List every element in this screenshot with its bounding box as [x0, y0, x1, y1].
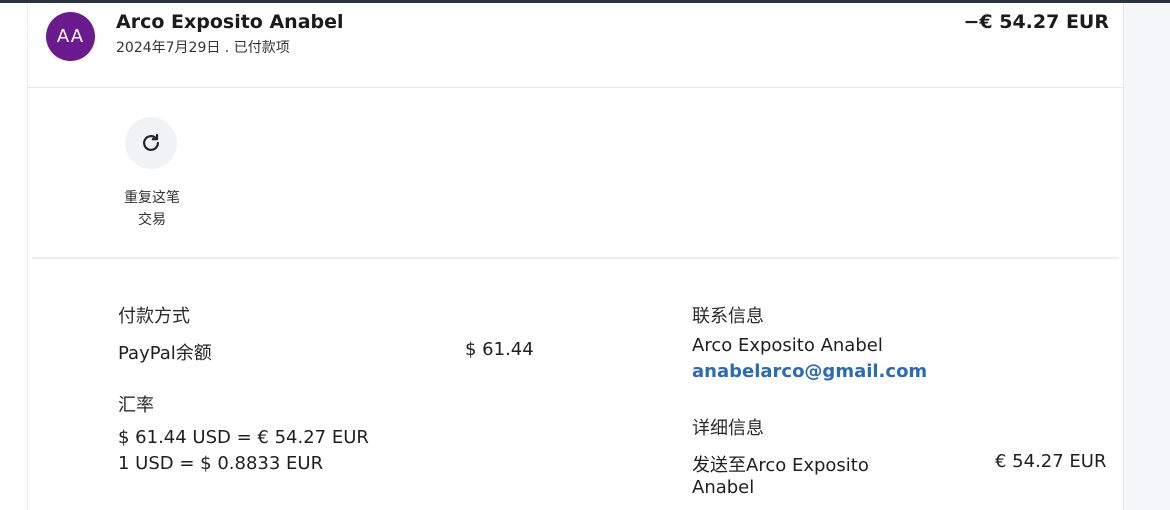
payment-method-name: PayPal余额: [118, 343, 212, 364]
contact-email-link[interactable]: anabelarco@gmail.com: [692, 361, 927, 382]
payee-name: Arco Exposito Anabel: [116, 11, 344, 33]
repeat-transaction-button[interactable]: [125, 117, 177, 169]
transaction-amount: −€ 54.27 EUR: [963, 11, 1109, 33]
repeat-label-line-1: 重复这笔: [124, 190, 180, 206]
payment-method-amount: $ 61.44: [465, 339, 534, 360]
right-gutter: [1123, 3, 1170, 510]
repeat-transaction-label[interactable]: 重复这笔 交易: [106, 187, 198, 231]
exchange-rate-conversion: $ 61.44 USD = € 54.27 EUR: [118, 427, 369, 448]
sent-amount: € 54.27 EUR: [995, 451, 1107, 472]
divider: [28, 87, 1123, 88]
refresh-icon: [140, 132, 162, 154]
details-title: 详细信息: [692, 418, 764, 439]
exchange-rate-unit: 1 USD = $ 0.8833 EUR: [118, 453, 324, 474]
avatar: AA: [46, 12, 95, 61]
repeat-label-line-2: 交易: [138, 212, 166, 228]
exchange-rate-title: 汇率: [118, 395, 154, 416]
divider: [32, 257, 1119, 259]
sent-to-line-1: 发送至Arco Exposito: [692, 455, 869, 476]
contact-info-title: 联系信息: [692, 306, 764, 327]
transaction-date-status: 2024年7月29日 . 已付款项: [116, 40, 290, 56]
avatar-initials: AA: [56, 26, 85, 47]
transaction-detail-card: AA Arco Exposito Anabel 2024年7月29日 . 已付款…: [28, 3, 1123, 510]
page: AA Arco Exposito Anabel 2024年7月29日 . 已付款…: [0, 0, 1170, 510]
payment-method-title: 付款方式: [118, 306, 190, 327]
contact-name: Arco Exposito Anabel: [692, 335, 883, 356]
sent-to-line-2: Anabel: [692, 477, 755, 498]
